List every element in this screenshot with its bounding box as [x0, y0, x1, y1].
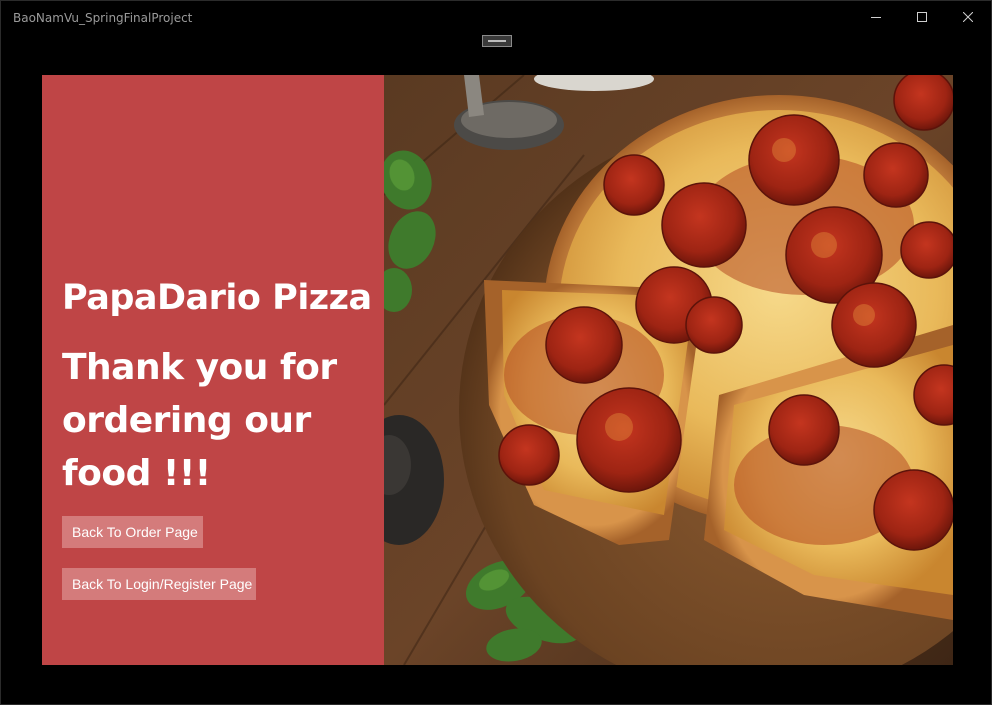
window-title: BaoNamVu_SpringFinalProject — [13, 11, 193, 25]
page-content: PapaDario Pizza Thank you for ordering o… — [42, 75, 953, 665]
minimize-button[interactable] — [853, 1, 899, 33]
maximize-icon — [917, 12, 927, 22]
back-to-order-button[interactable]: Back To Order Page — [62, 516, 203, 548]
title-bar: BaoNamVu_SpringFinalProject — [1, 1, 991, 33]
left-panel: PapaDario Pizza Thank you for ordering o… — [42, 75, 384, 665]
minimize-icon — [871, 17, 881, 18]
maximize-button[interactable] — [899, 1, 945, 33]
brand-title: PapaDario Pizza — [62, 278, 372, 318]
back-to-login-register-button[interactable]: Back To Login/Register Page — [62, 568, 256, 600]
debug-toolbar-handle[interactable] — [482, 35, 512, 47]
thank-you-message: Thank you for ordering our food !!! — [62, 347, 337, 494]
app-window: BaoNamVu_SpringFinalProject PapaDario Pi… — [0, 0, 992, 705]
pepperoni-pizza-photo — [384, 75, 953, 665]
close-button[interactable] — [945, 1, 991, 33]
close-icon — [963, 12, 973, 22]
